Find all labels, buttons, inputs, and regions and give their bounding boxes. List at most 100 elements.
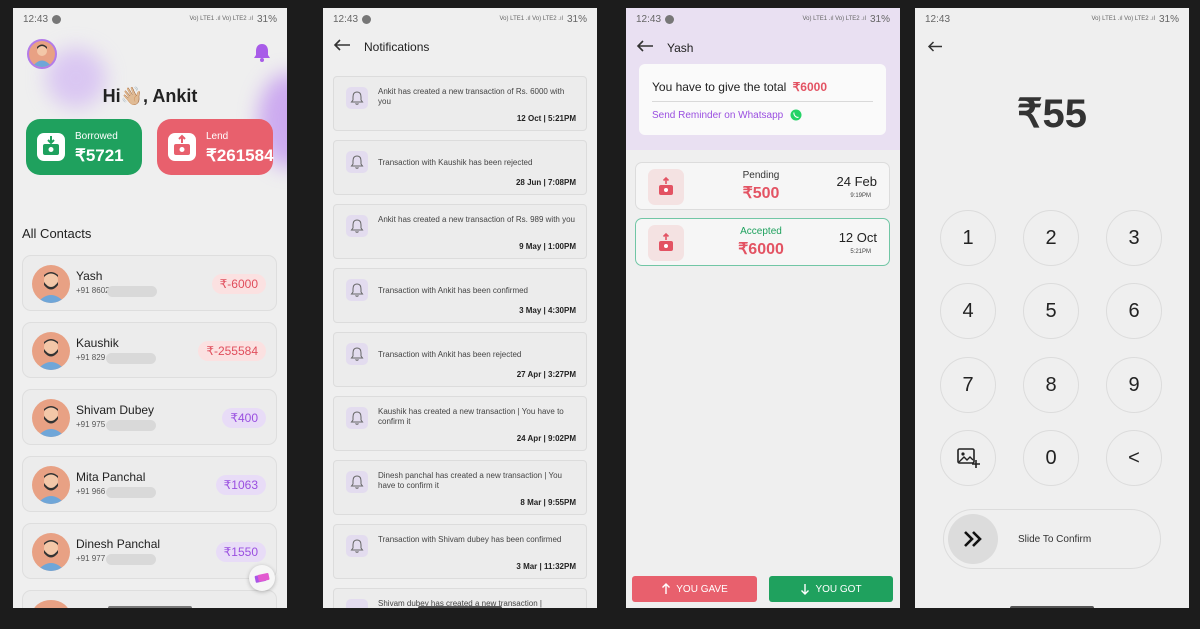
- key-7[interactable]: 7: [940, 357, 996, 413]
- arrow-down-icon: [801, 584, 810, 595]
- notification-date: 3 May | 4:30PM: [519, 306, 576, 315]
- bell-icon: [346, 279, 368, 301]
- contact-name: Dinesh Panchal: [76, 537, 161, 551]
- redacted-phone: [107, 286, 157, 297]
- transaction-amount: ₹6000: [738, 241, 784, 258]
- money-icon: [254, 573, 270, 583]
- notification-item[interactable]: Kaushik has created a new transaction | …: [333, 396, 587, 451]
- you-gave-label: YOU GAVE: [676, 583, 728, 595]
- notification-text: Ankit has created a new transaction of R…: [378, 215, 575, 224]
- bell-icon: [346, 407, 368, 429]
- bell-icon[interactable]: [253, 42, 271, 67]
- balance-text: You have to give the total ₹6000: [652, 80, 827, 94]
- contact-detail-screen: 12:43 Vo) LTE1 .ıl Vo) LTE2 .ıl 31% Yash …: [626, 8, 900, 608]
- notification-text: Kaushik has created a new transaction | …: [378, 407, 564, 426]
- status-time: 12:43: [925, 13, 951, 25]
- page-title: Notifications: [364, 40, 430, 54]
- arrow-up-icon: [662, 583, 671, 594]
- notification-text: Transaction with Kaushik has been reject…: [378, 158, 533, 167]
- contact-name: Mita Panchal: [76, 470, 146, 484]
- contact-name: Yash: [76, 269, 103, 283]
- key-3[interactable]: 3: [1106, 210, 1162, 266]
- slide-to-confirm[interactable]: Slide To Confirm: [943, 509, 1161, 569]
- notification-item[interactable]: Transaction with Ankit has been confirme…: [333, 268, 587, 323]
- notification-date: 9 May | 1:00PM: [519, 242, 576, 251]
- battery-level: 31%: [1158, 13, 1179, 25]
- notification-item[interactable]: Transaction with Shivam dubey has been c…: [333, 524, 587, 579]
- contacts-title: All Contacts: [22, 226, 92, 241]
- key-8[interactable]: 8: [1023, 357, 1079, 413]
- lend-amount: ₹261584: [206, 146, 274, 165]
- borrowed-amount: ₹5721: [75, 146, 124, 165]
- add-image-key[interactable]: [940, 430, 996, 486]
- key-4[interactable]: 4: [940, 283, 996, 339]
- borrowed-label: Borrowed: [75, 131, 118, 142]
- transaction-row[interactable]: Accepted ₹6000 12 Oct 5:21PM: [635, 218, 890, 266]
- status-time: 12:43: [333, 13, 359, 25]
- transaction-amount: ₹500: [742, 185, 780, 202]
- contact-phone: +91 829: [76, 353, 106, 362]
- status-bar: 12:43 Vo) LTE1 .ıl Vo) LTE2 .ıl 31%: [915, 8, 1189, 30]
- contact-avatar: [32, 533, 70, 571]
- notification-text: Transaction with Ankit has been confirme…: [378, 286, 529, 295]
- contact-row[interactable]: Dinesh Panchal +91 977 ₹1550: [22, 523, 277, 579]
- slide-handle[interactable]: [948, 514, 998, 564]
- notification-item[interactable]: Dinesh panchal has created a new transac…: [333, 460, 587, 515]
- you-got-button[interactable]: YOU GOT: [769, 576, 893, 602]
- back-arrow-icon[interactable]: [636, 39, 654, 58]
- notification-item[interactable]: Transaction with Kaushik has been reject…: [333, 140, 587, 195]
- contact-phone: +91 8602: [76, 286, 110, 295]
- send-reminder-link[interactable]: Send Reminder on Whatsapp: [652, 109, 802, 121]
- battery-level: 31%: [256, 13, 277, 25]
- notification-item[interactable]: Ankit has created a new transaction of R…: [333, 76, 587, 131]
- backspace-key[interactable]: <: [1106, 430, 1162, 486]
- cash-fab[interactable]: [249, 565, 275, 591]
- transaction-row[interactable]: Pending ₹500 24 Feb 9:19PM: [635, 162, 890, 210]
- reminder-label: Send Reminder on Whatsapp: [652, 109, 784, 121]
- notification-dot-icon: [52, 14, 62, 24]
- bell-icon: [346, 471, 368, 493]
- you-gave-button[interactable]: YOU GAVE: [632, 576, 757, 602]
- contact-row[interactable]: Yash +91 8602 ₹-6000: [22, 255, 277, 311]
- lend-icon: [648, 225, 684, 261]
- notification-item[interactable]: Ankit has created a new transaction of R…: [333, 204, 587, 259]
- bell-icon: [346, 215, 368, 237]
- key-9[interactable]: 9: [1106, 357, 1162, 413]
- amount-display: ₹55: [1017, 92, 1087, 136]
- network-indicator: Vo) LTE1 .ıl Vo) LTE2 .ıl: [802, 16, 866, 22]
- lend-card[interactable]: Lend ₹261584: [157, 119, 274, 175]
- contact-name: Kaushik: [76, 336, 119, 350]
- contact-phone: +91 975: [76, 420, 106, 429]
- bell-icon: [346, 535, 368, 557]
- redacted-phone: [106, 420, 156, 431]
- whatsapp-icon: [790, 109, 802, 121]
- contact-avatar: [32, 265, 70, 303]
- double-chevron-right-icon: [964, 531, 982, 547]
- status-time: 12:43: [636, 13, 662, 25]
- notification-item[interactable]: Transaction with Ankit has been rejected…: [333, 332, 587, 387]
- contact-balance: ₹-255584: [198, 341, 266, 361]
- key-2[interactable]: 2: [1023, 210, 1079, 266]
- status-time: 12:43: [23, 13, 49, 25]
- contact-row[interactable]: Mita Panchal +91 966 ₹1063: [22, 456, 277, 512]
- contact-row[interactable]: Shivam Dubey +91 975 ₹400: [22, 389, 277, 445]
- notifications-screen: 12:43 Vo) LTE1 .ıl Vo) LTE2 .ıl 31% Notif…: [323, 8, 597, 608]
- key-0[interactable]: 0: [1023, 430, 1079, 486]
- back-arrow-icon[interactable]: [927, 40, 943, 58]
- borrowed-card[interactable]: Borrowed ₹5721: [26, 119, 142, 175]
- notification-date: 3 Mar | 11:32PM: [516, 562, 576, 571]
- back-arrow-icon[interactable]: [333, 38, 351, 57]
- contact-balance: ₹1550: [215, 542, 266, 562]
- bell-icon: [346, 599, 368, 608]
- key-5[interactable]: 5: [1023, 283, 1079, 339]
- balance-card: You have to give the total ₹6000 Send Re…: [639, 64, 886, 135]
- transaction-status: Accepted: [740, 226, 782, 237]
- redacted-phone: [106, 554, 156, 565]
- key-1[interactable]: 1: [940, 210, 996, 266]
- key-6[interactable]: 6: [1106, 283, 1162, 339]
- home-screen: 12:43 Vo) LTE1 .ıl Vo) LTE2 .ıl 31% Hi👋🏼,…: [13, 8, 287, 608]
- contact-avatar: [32, 466, 70, 504]
- contact-row[interactable]: Kaushik +91 829 ₹-255584: [22, 322, 277, 378]
- profile-avatar[interactable]: [27, 39, 57, 69]
- notification-item[interactable]: Shivam dubey has created a new transacti…: [333, 588, 587, 608]
